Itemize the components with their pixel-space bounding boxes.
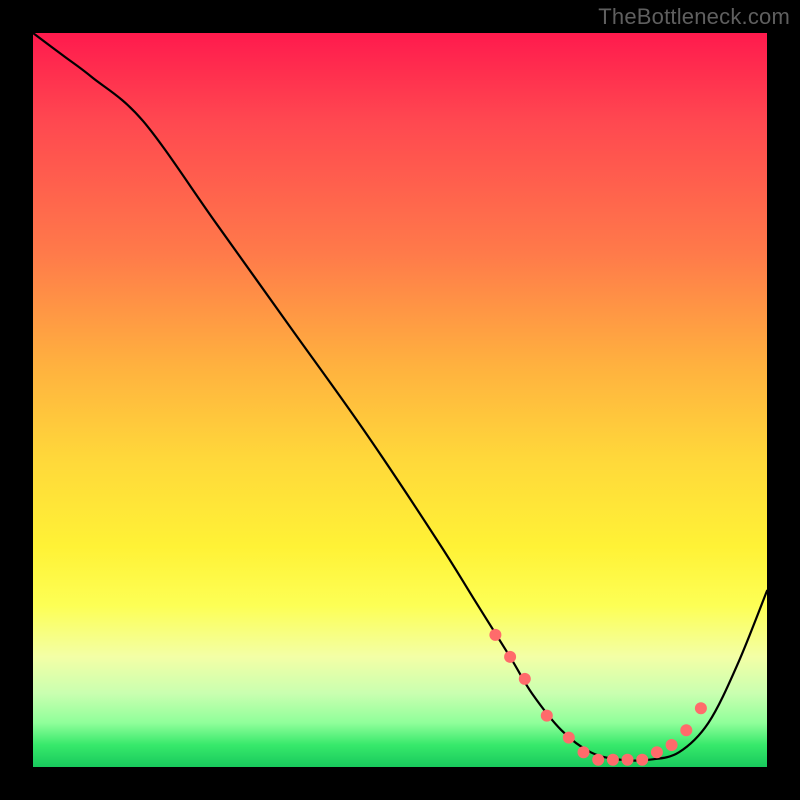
highlight-dot: [519, 673, 531, 685]
bottleneck-curve: [33, 33, 767, 761]
highlight-dot: [541, 710, 553, 722]
highlight-dot: [622, 754, 634, 766]
highlight-dot: [695, 702, 707, 714]
highlight-dot: [489, 629, 501, 641]
highlight-dot: [680, 724, 692, 736]
highlight-dots: [489, 629, 707, 766]
highlight-dot: [651, 746, 663, 758]
highlight-dot: [666, 739, 678, 751]
highlight-dot: [504, 651, 516, 663]
curve-svg: [33, 33, 767, 767]
highlight-dot: [592, 754, 604, 766]
highlight-dot: [636, 754, 648, 766]
highlight-dot: [578, 746, 590, 758]
chart-frame: TheBottleneck.com: [0, 0, 800, 800]
watermark-text: TheBottleneck.com: [598, 4, 790, 30]
highlight-dot: [607, 754, 619, 766]
highlight-dot: [563, 732, 575, 744]
plot-area: [33, 33, 767, 767]
